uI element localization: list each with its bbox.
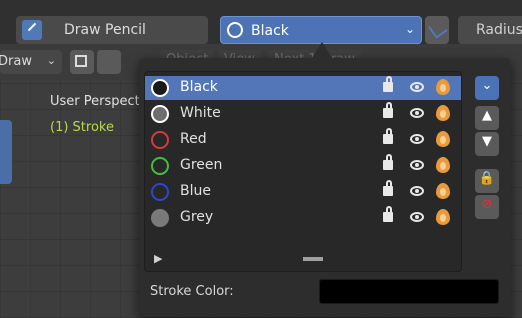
color-swatch-icon (151, 105, 169, 123)
lock-icon[interactable] (383, 180, 393, 196)
onion-skin-icon[interactable] (436, 183, 450, 199)
lock-icon[interactable] (383, 206, 393, 222)
material-slot-row[interactable]: Grey (145, 206, 461, 230)
material-slot-row[interactable]: Blue (145, 180, 461, 204)
eye-icon[interactable] (410, 160, 424, 170)
viewport-object-label: (1) Stroke (50, 120, 114, 135)
pin-button[interactable] (425, 16, 449, 44)
lock-icon[interactable] (383, 128, 393, 144)
eye-slash-icon: ⊘ (481, 197, 493, 212)
eye-icon[interactable] (410, 186, 424, 196)
radius-field[interactable]: Radius (458, 16, 522, 44)
draw-pencil-icon (22, 20, 42, 40)
material-icon (227, 22, 243, 38)
radius-label: Radius (476, 22, 522, 38)
stroke-color-label: Stroke Color: (150, 284, 234, 299)
eye-icon[interactable] (410, 134, 424, 144)
expand-triangle-icon[interactable]: ▶ (154, 252, 162, 265)
material-slot-row[interactable]: Black (145, 76, 461, 100)
material-slot-row[interactable]: White (145, 102, 461, 126)
color-swatch-icon (151, 157, 169, 175)
eye-icon[interactable] (410, 212, 424, 222)
color-swatch-icon (151, 209, 169, 227)
material-slot-name: Green (180, 157, 223, 173)
eye-icon[interactable] (410, 82, 424, 92)
material-selector[interactable]: Black ⌄ (220, 16, 422, 44)
brush-tool-icon[interactable] (97, 50, 121, 74)
specials-menu-button[interactable]: ⌄ (475, 76, 499, 100)
active-tool-tab[interactable]: Draw Pencil (16, 16, 208, 44)
material-slot-name: Blue (180, 183, 211, 199)
chevron-down-icon: ⌄ (46, 54, 56, 67)
lock-icon[interactable] (383, 76, 393, 92)
eye-icon[interactable] (410, 108, 424, 118)
pin-icon (428, 19, 448, 39)
material-slot-row[interactable]: Red (145, 128, 461, 152)
list-resize-handle[interactable] (303, 257, 323, 261)
mode-dropdown-label: Draw (0, 54, 32, 69)
padlock-icon: 🔒 (478, 171, 496, 186)
triangle-up-icon: ▲ (482, 108, 492, 123)
onion-skin-icon[interactable] (436, 131, 450, 147)
viewport-side-tab[interactable] (0, 120, 12, 184)
material-slot-name: Grey (180, 209, 214, 225)
multiframe-toggle-icon[interactable] (70, 50, 94, 74)
top-header: Draw Pencil Black ⌄ Radius (0, 0, 522, 44)
color-swatch-icon (151, 183, 169, 201)
material-slot-row[interactable]: Green (145, 154, 461, 178)
material-slot-name: Red (180, 131, 207, 147)
color-swatch-icon (151, 79, 169, 97)
active-tool-label: Draw Pencil (64, 22, 146, 38)
chevron-down-icon: ⌄ (404, 22, 415, 36)
move-up-button[interactable]: ▲ (475, 106, 499, 130)
popover-pointer (312, 42, 332, 58)
chevron-down-icon: ⌄ (481, 78, 493, 93)
onion-skin-icon[interactable] (436, 105, 450, 121)
material-slot-list[interactable]: Black White Red Green Blue Grey (144, 71, 462, 272)
onion-skin-icon[interactable] (436, 79, 450, 95)
mode-dropdown[interactable]: Draw ⌄ (0, 50, 62, 74)
lock-icon[interactable] (383, 154, 393, 170)
color-swatch-icon (151, 131, 169, 149)
stroke-color-swatch[interactable] (319, 279, 499, 304)
onion-skin-icon[interactable] (436, 157, 450, 173)
material-slot-name: Black (180, 79, 218, 95)
material-selector-label: Black (251, 23, 289, 39)
lock-icon[interactable] (383, 102, 393, 118)
onion-skin-icon[interactable] (436, 209, 450, 225)
move-down-button[interactable]: ▼ (475, 132, 499, 156)
lock-all-button[interactable]: 🔒 (475, 169, 499, 193)
triangle-down-icon: ▼ (482, 134, 492, 149)
hide-others-button[interactable]: ⊘ (475, 195, 499, 219)
material-slot-name: White (180, 105, 221, 121)
